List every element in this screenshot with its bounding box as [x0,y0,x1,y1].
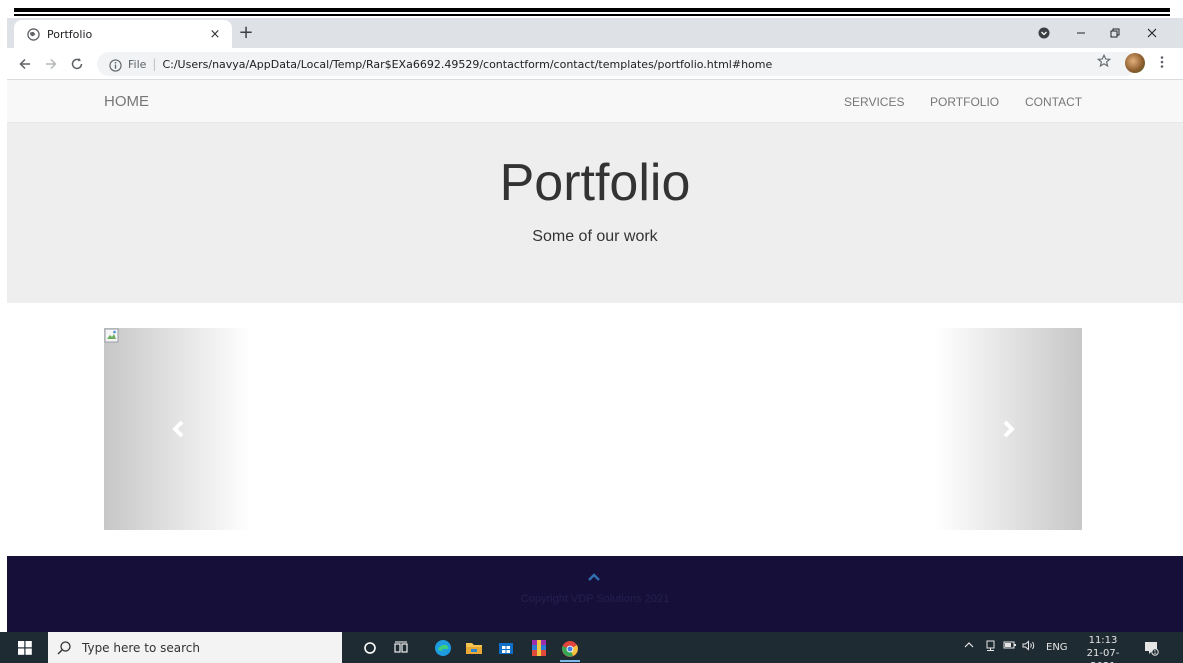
top-border-thin [14,14,1170,16]
top-border [14,8,1170,12]
taskbar-clock[interactable]: 11:13 21-07-2021 [1074,634,1132,663]
close-tab-icon[interactable]: × [206,25,224,43]
site-navbar: HOME SERVICES PORTFOLIO CONTACT [7,80,1183,123]
clock-date: 21-07-2021 [1086,648,1120,663]
brand-home-link[interactable]: HOME [104,93,149,110]
tab-portfolio[interactable]: Portfolio × [14,20,232,48]
info-icon[interactable] [109,57,123,72]
globe-icon [26,27,40,41]
language-indicator[interactable]: ENG [1046,642,1068,653]
notifications-icon[interactable]: 1 [1141,638,1161,658]
page-title: Portfolio [499,154,691,212]
browser-toolbar: File | C:/Users/navya/AppData/Local/Temp… [7,48,1183,80]
menu-kebab-icon[interactable] [1157,55,1167,73]
tab-title: Portfolio [47,27,93,41]
clock-time: 11:13 [1088,635,1118,646]
carousel-next-button[interactable] [935,328,1082,530]
bookmark-star-icon[interactable] [1096,53,1115,72]
edge-browser-icon[interactable] [433,638,453,658]
url-text[interactable]: C:/Users/navya/AppData/Local/Temp/Rar$EX… [162,58,772,71]
search-icon [57,640,71,654]
file-explorer-icon[interactable] [464,638,484,658]
broken-image-icon [104,328,120,344]
scroll-top-icon[interactable] [587,572,601,582]
address-bar[interactable]: File | C:/Users/navya/AppData/Local/Temp… [97,52,1137,76]
tray-chevron-up-icon[interactable] [964,640,974,653]
task-view-icon[interactable] [391,638,411,658]
chrome-icon[interactable] [560,638,580,662]
tray-battery-icon[interactable] [1003,640,1017,653]
cortana-icon[interactable] [360,638,380,658]
tray-network-icon[interactable] [985,640,996,654]
carousel-prev-button[interactable] [104,328,251,530]
minimize-icon[interactable] [1073,24,1089,42]
search-placeholder: Type here to search [82,640,200,655]
chevron-left-icon [171,420,183,438]
tab-strip: Portfolio × + [7,18,1183,48]
footer-copyright: Copyright VDP Solutions 2021 [520,593,670,605]
nav-link-services[interactable]: SERVICES [844,95,904,109]
nav-link-portfolio[interactable]: PORTFOLIO [930,95,999,109]
nav-link-contact[interactable]: CONTACT [1025,95,1082,109]
windows-taskbar: Type here to search ENG 11:13 21-07- 1 [0,632,1183,663]
reload-icon[interactable] [67,54,87,74]
profile-avatar[interactable] [1125,53,1145,73]
svg-text:1: 1 [1153,650,1156,656]
tray-volume-icon[interactable] [1022,640,1036,654]
portfolio-carousel [104,328,1082,530]
omnibox-separator: | [152,57,157,71]
hero-section: Portfolio Some of our work [7,123,1183,303]
taskbar-search-box[interactable]: Type here to search [48,632,342,663]
forward-icon[interactable] [41,54,61,74]
windows-start-icon[interactable] [18,641,32,655]
new-tab-button[interactable]: + [238,24,254,42]
screen: Portfolio × + File | C:/Users/navya/AppD… [0,0,1183,663]
close-window-icon[interactable] [1144,24,1160,42]
site-footer: Copyright VDP Solutions 2021 [7,556,1183,632]
file-label: File [128,57,147,71]
store-icon[interactable] [496,638,516,658]
profile-dot-icon[interactable] [1036,24,1052,42]
chevron-right-icon [1003,420,1015,438]
restore-icon[interactable] [1107,24,1123,42]
winrar-icon[interactable] [529,638,549,658]
page-subtitle: Some of our work [532,228,658,245]
web-page: HOME SERVICES PORTFOLIO CONTACT Portfoli… [7,80,1183,632]
back-icon[interactable] [15,54,35,74]
